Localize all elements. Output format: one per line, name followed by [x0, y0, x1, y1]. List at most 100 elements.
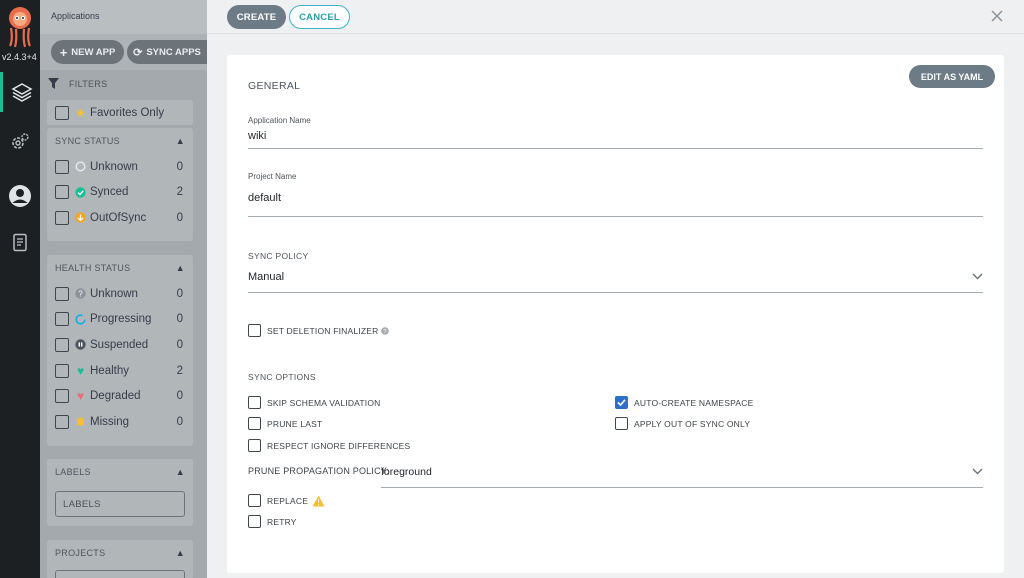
applications-page-background: Applications + NEW APP ⟳ SYNC APPS FILTE…: [40, 0, 207, 578]
option-checkbox-checked[interactable]: [615, 396, 628, 409]
option-label: REPLACE: [267, 495, 309, 506]
warning-icon: [312, 495, 325, 507]
filter-row-synced[interactable]: Synced 2: [47, 180, 193, 206]
new-app-label: NEW APP: [71, 46, 116, 58]
layers-icon: [10, 83, 33, 102]
filter-checkbox[interactable]: [55, 363, 69, 378]
filter-checkbox[interactable]: [55, 185, 69, 200]
ghost-icon: [75, 416, 86, 427]
finalizer-label: SET DELETION FINALIZER: [267, 325, 379, 336]
filter-checkbox[interactable]: [55, 286, 69, 301]
nav-applications[interactable]: [0, 72, 40, 112]
new-app-button[interactable]: + NEW APP: [51, 40, 124, 64]
labels-input[interactable]: LABELS: [55, 491, 185, 517]
filter-count: 0: [176, 160, 183, 173]
filter-label: OutOfSync: [90, 211, 147, 224]
option-checkbox[interactable]: [248, 417, 261, 430]
favorites-label: Favorites Only: [90, 106, 165, 119]
filter-count: 0: [176, 211, 183, 224]
favorites-checkbox[interactable]: [55, 105, 69, 120]
filter-row-unknown[interactable]: ? Unknown 0: [47, 281, 193, 307]
filter-row-degraded[interactable]: ♥ Degraded 0: [47, 383, 193, 409]
create-button[interactable]: CREATE: [227, 5, 286, 29]
option-label: APPLY OUT OF SYNC ONLY: [634, 418, 751, 429]
arrow-circle-icon: [75, 212, 86, 224]
option-checkbox[interactable]: [248, 494, 261, 507]
filter-row-unknown[interactable]: Unknown 0: [47, 154, 193, 180]
option-checkbox[interactable]: [615, 417, 628, 430]
filter-checkbox[interactable]: [55, 159, 69, 174]
collapse-icon[interactable]: ▲: [176, 548, 185, 558]
retry-option[interactable]: RETRY: [248, 515, 297, 528]
cancel-button[interactable]: CANCEL: [289, 5, 350, 29]
chevron-down-icon[interactable]: [972, 273, 983, 280]
sync-options-title: SYNC OPTIONS: [248, 372, 316, 382]
favorites-only-row[interactable]: ★ Favorites Only: [47, 100, 193, 125]
health-status-header[interactable]: HEALTH STATUS ▲: [47, 255, 193, 281]
argo-logo[interactable]: [5, 4, 35, 48]
filter-checkbox[interactable]: [55, 210, 69, 225]
spinner-icon: [75, 314, 86, 325]
auto-create-namespace-option[interactable]: AUTO-CREATE NAMESPACE: [615, 396, 753, 409]
nav-docs[interactable]: [0, 223, 40, 263]
filter-checkbox[interactable]: [55, 337, 69, 352]
filter-checkbox[interactable]: [55, 414, 69, 429]
filter-checkbox[interactable]: [55, 389, 69, 404]
sync-status-header[interactable]: SYNC STATUS ▲: [47, 128, 193, 154]
edit-as-yaml-button[interactable]: EDIT AS YAML: [909, 65, 995, 88]
option-checkbox[interactable]: [248, 439, 261, 452]
collapse-icon[interactable]: ▲: [176, 263, 185, 273]
prune-last-option[interactable]: PRUNE LAST: [248, 417, 322, 430]
close-icon[interactable]: [989, 8, 1005, 24]
set-deletion-finalizer-option[interactable]: SET DELETION FINALIZER ?: [248, 324, 390, 337]
filter-label: Progressing: [90, 313, 152, 326]
question-circle-icon: ?: [75, 288, 86, 299]
prune-policy-underline: [381, 487, 983, 488]
prune-propagation-policy-select[interactable]: foreground: [381, 466, 432, 478]
filter-icon: [48, 78, 59, 89]
health-status-title: HEALTH STATUS: [55, 263, 131, 273]
filter-row-outofsync[interactable]: OutOfSync 0: [47, 205, 193, 231]
labels-header[interactable]: LABELS ▲: [47, 459, 193, 485]
project-name-input[interactable]: default: [248, 192, 281, 204]
nav-user[interactable]: [0, 176, 40, 216]
skip-schema-validation-option[interactable]: SKIP SCHEMA VALIDATION: [248, 396, 381, 409]
app-form-card: EDIT AS YAML GENERAL Application Name wi…: [227, 55, 1004, 573]
replace-option[interactable]: REPLACE: [248, 494, 325, 507]
apply-out-of-sync-only-option[interactable]: APPLY OUT OF SYNC ONLY: [615, 417, 750, 430]
sync-status-title: SYNC STATUS: [55, 136, 120, 146]
filter-checkbox[interactable]: [55, 312, 69, 327]
general-section-title: GENERAL: [248, 80, 301, 92]
app-name-input[interactable]: wiki: [248, 130, 266, 142]
circle-notch-icon: [75, 161, 86, 172]
collapse-icon[interactable]: ▲: [176, 136, 185, 146]
collapse-icon[interactable]: ▲: [176, 467, 185, 477]
finalizer-checkbox[interactable]: [248, 324, 261, 337]
filter-row-suspended[interactable]: Suspended 0: [47, 332, 193, 358]
labels-title: LABELS: [55, 467, 91, 477]
page-header: Applications: [40, 0, 207, 34]
sync-apps-button[interactable]: ⟳ SYNC APPS: [127, 40, 207, 64]
filter-count: 0: [176, 313, 183, 326]
user-icon: [9, 185, 31, 207]
respect-ignore-differences-option[interactable]: RESPECT IGNORE DIFFERENCES: [248, 439, 410, 452]
sync-policy-select[interactable]: Manual: [248, 271, 284, 283]
filter-count: 0: [176, 287, 183, 300]
help-icon[interactable]: ?: [381, 326, 390, 335]
filter-row-progressing[interactable]: Progressing 0: [47, 307, 193, 333]
nav-settings[interactable]: [0, 122, 40, 162]
sync-policy-title: SYNC POLICY: [248, 251, 309, 261]
filter-row-missing[interactable]: Missing 0: [47, 409, 193, 435]
check-icon: [617, 399, 626, 407]
filter-row-healthy[interactable]: ♥ Healthy 2: [47, 358, 193, 384]
option-checkbox[interactable]: [248, 515, 261, 528]
filter-label: Synced: [90, 186, 129, 199]
option-checkbox[interactable]: [248, 396, 261, 409]
projects-input[interactable]: [55, 570, 185, 578]
chevron-down-icon[interactable]: [972, 468, 983, 475]
projects-header[interactable]: PROJECTS ▲: [47, 540, 193, 566]
labels-panel: LABELS ▲ LABELS: [47, 459, 193, 526]
filter-label: Missing: [90, 415, 129, 428]
option-label: RESPECT IGNORE DIFFERENCES: [267, 440, 411, 451]
health-status-panel: HEALTH STATUS ▲ ? Unknown 0 Progressing …: [47, 255, 193, 446]
